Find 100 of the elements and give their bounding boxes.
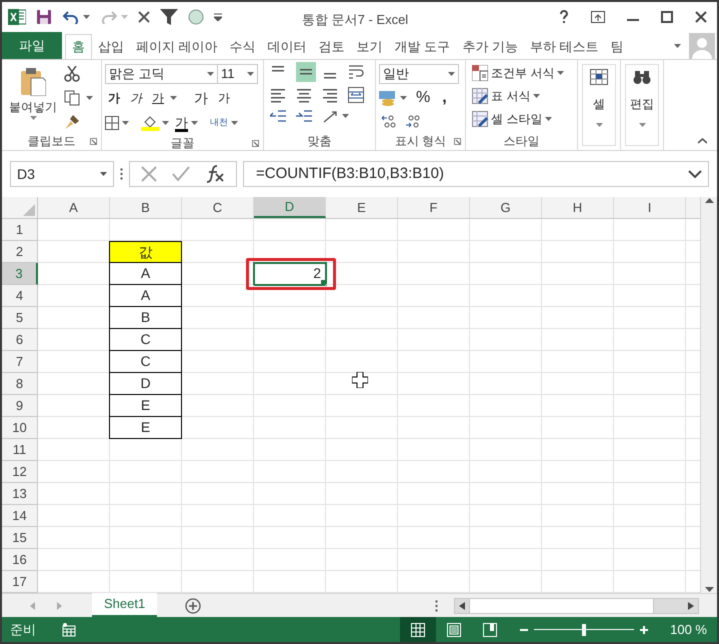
scroll-left-icon[interactable] [459, 602, 465, 610]
insert-function-icon[interactable] [204, 165, 225, 183]
table-cell[interactable] [182, 219, 254, 241]
table-cell[interactable] [398, 527, 470, 549]
table-cell[interactable] [542, 285, 614, 307]
borders-icon[interactable] [105, 116, 119, 130]
table-cell[interactable] [254, 307, 326, 329]
table-cell[interactable] [398, 219, 470, 241]
row-header[interactable]: 14 [2, 505, 38, 527]
caret-icon[interactable] [122, 121, 129, 125]
add-sheet-icon[interactable] [185, 598, 202, 614]
table-cell[interactable] [542, 241, 614, 263]
table-cell[interactable] [254, 285, 326, 307]
table-cell[interactable] [398, 329, 470, 351]
table-cell[interactable] [182, 505, 254, 527]
table-cell[interactable] [398, 285, 470, 307]
ribbon-tab[interactable]: 보기 [350, 34, 389, 59]
row-header[interactable]: 3 [2, 263, 38, 285]
table-cell[interactable] [254, 439, 326, 461]
table-cell[interactable] [182, 373, 254, 395]
table-cell[interactable] [614, 461, 686, 483]
table-cell[interactable] [254, 461, 326, 483]
caret-icon[interactable] [448, 72, 455, 76]
table-cell[interactable] [326, 505, 398, 527]
expand-caret-icon[interactable] [688, 170, 702, 178]
table-cell[interactable] [542, 439, 614, 461]
ribbon-tab[interactable]: 홈 [65, 34, 92, 59]
table-cell[interactable] [182, 329, 254, 351]
table-cell[interactable] [542, 483, 614, 505]
row-header[interactable]: 17 [2, 571, 38, 593]
caret-icon[interactable] [30, 116, 36, 120]
table-cell[interactable]: 2 [254, 263, 326, 285]
table-cell[interactable] [542, 329, 614, 351]
zoom-level[interactable]: 100 % [648, 620, 717, 640]
table-cell[interactable] [254, 483, 326, 505]
copy-icon[interactable] [64, 90, 80, 106]
row-header[interactable]: 1 [2, 219, 38, 241]
cancel-icon[interactable] [141, 166, 158, 182]
table-cell[interactable] [182, 241, 254, 263]
caret-icon[interactable] [557, 71, 564, 75]
table-cell[interactable] [182, 461, 254, 483]
table-cell[interactable] [182, 549, 254, 571]
table-cell[interactable] [254, 505, 326, 527]
more-options-icon[interactable] [435, 600, 438, 612]
scissors-icon[interactable] [64, 66, 80, 82]
table-cell[interactable]: D [109, 373, 182, 395]
table-cell[interactable] [326, 307, 398, 329]
table-cell[interactable] [326, 395, 398, 417]
redo-icon[interactable] [100, 10, 118, 24]
horizontal-scrollbar[interactable] [454, 598, 699, 614]
zoom-slider[interactable] [534, 624, 634, 636]
table-cell[interactable] [470, 439, 542, 461]
dialog-launcher-icon[interactable] [90, 138, 97, 145]
currency-icon[interactable] [379, 90, 397, 106]
table-cell[interactable] [614, 527, 686, 549]
table-cell[interactable] [614, 329, 686, 351]
view-button[interactable] [400, 617, 436, 642]
caret-icon[interactable] [162, 121, 169, 125]
table-cell[interactable] [470, 263, 542, 285]
table-cell[interactable] [110, 461, 182, 483]
row-header[interactable]: 13 [2, 483, 38, 505]
caret-icon[interactable] [674, 44, 681, 48]
row-header[interactable]: 7 [2, 351, 38, 373]
caret-icon[interactable] [170, 96, 177, 100]
table-cell[interactable] [326, 417, 398, 439]
table-cell[interactable] [614, 241, 686, 263]
caret-icon[interactable] [247, 72, 254, 76]
increase-indent-icon[interactable] [296, 108, 312, 124]
table-cell[interactable] [470, 505, 542, 527]
column-header[interactable]: D [254, 197, 326, 218]
table-cell[interactable] [470, 373, 542, 395]
table-cell[interactable] [470, 395, 542, 417]
table-cell[interactable]: A [109, 285, 182, 307]
table-cell[interactable] [110, 483, 182, 505]
close-icon[interactable] [138, 11, 150, 23]
table-cell[interactable] [38, 505, 110, 527]
caret-icon[interactable] [400, 96, 407, 100]
row-header[interactable]: 11 [2, 439, 38, 461]
table-cell[interactable] [110, 439, 182, 461]
shrink-font-button[interactable]: 가 [215, 89, 233, 107]
align-right-icon[interactable] [322, 87, 338, 103]
table-cell[interactable] [254, 219, 326, 241]
table-cell[interactable] [326, 241, 398, 263]
circle-icon[interactable] [188, 9, 204, 25]
table-cell[interactable] [398, 417, 470, 439]
column-header[interactable]: G [470, 197, 542, 218]
table-cell[interactable] [614, 395, 686, 417]
filter-icon[interactable] [160, 9, 178, 25]
row-header[interactable]: 8 [2, 373, 38, 395]
row-header[interactable]: 15 [2, 527, 38, 549]
formula-input[interactable]: =COUNTIF(B3:B10,B3:B10) [243, 161, 709, 187]
table-cell[interactable] [398, 483, 470, 505]
table-cell[interactable] [542, 219, 614, 241]
table-cell[interactable] [398, 461, 470, 483]
table-cell[interactable] [542, 505, 614, 527]
ribbon-tab[interactable]: 검토 [312, 34, 351, 59]
table-cell[interactable] [470, 417, 542, 439]
wrap-text-icon[interactable] [348, 64, 364, 80]
customize-caret-icon[interactable] [214, 13, 222, 21]
table-cell[interactable]: B [109, 307, 182, 329]
